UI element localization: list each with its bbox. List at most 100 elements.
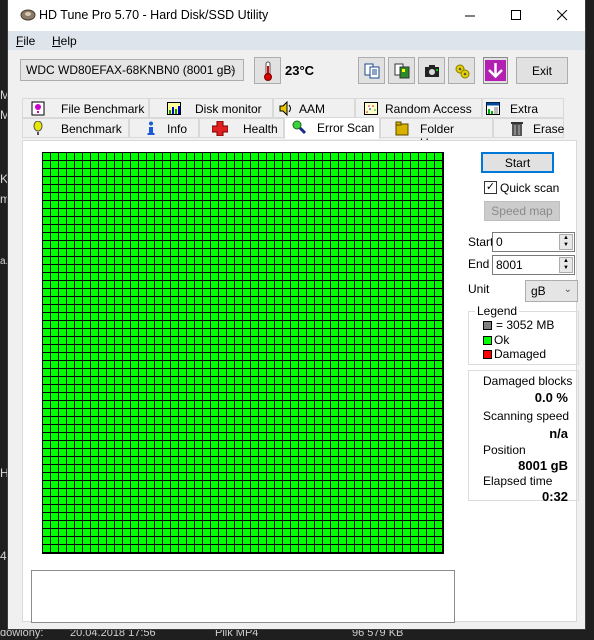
tab-error-scan[interactable]: Error Scan <box>284 117 380 139</box>
block-cell <box>347 297 354 304</box>
tab-disk-monitor[interactable]: Disk monitor <box>149 98 273 118</box>
block-cell <box>403 217 410 224</box>
speed-map-button[interactable]: Speed map <box>484 201 560 221</box>
block-cell <box>243 505 250 512</box>
block-cell <box>243 529 250 536</box>
maximize-button[interactable] <box>493 0 539 31</box>
options-button[interactable] <box>448 57 475 84</box>
block-cell <box>299 401 306 408</box>
block-cell <box>43 409 50 416</box>
save-screenshot-button[interactable] <box>418 57 445 84</box>
menu-file[interactable]: File <box>16 34 35 48</box>
block-cell <box>259 169 266 176</box>
block-cell <box>67 177 74 184</box>
scanning-speed-value: n/a <box>549 426 568 441</box>
block-cell <box>267 289 274 296</box>
start-spinner[interactable]: ▲ ▼ <box>559 234 573 250</box>
tab-aam[interactable]: AAM <box>273 98 355 118</box>
unit-select[interactable]: gB ⌄ <box>525 280 578 302</box>
block-cell <box>131 193 138 200</box>
block-cell <box>299 473 306 480</box>
end-spinner[interactable]: ▲ ▼ <box>559 257 573 273</box>
block-cell <box>179 465 186 472</box>
block-cell <box>323 545 330 552</box>
block-cell <box>291 257 298 264</box>
block-cell <box>67 401 74 408</box>
block-cell <box>43 425 50 432</box>
block-cell <box>211 401 218 408</box>
block-cell <box>179 257 186 264</box>
copy-screenshot-button[interactable] <box>388 57 415 84</box>
block-cell <box>403 545 410 552</box>
block-cell <box>363 161 370 168</box>
tab-benchmark[interactable]: Benchmark <box>22 118 129 138</box>
block-cell <box>251 401 258 408</box>
block-cell <box>403 433 410 440</box>
block-cell <box>355 161 362 168</box>
start-scan-button[interactable]: Start <box>481 152 554 173</box>
block-cell <box>379 409 386 416</box>
tab-health[interactable]: Health <box>199 118 284 138</box>
block-cell <box>299 529 306 536</box>
tab-folder-usage[interactable]: Folder Usage <box>380 118 493 150</box>
block-cell <box>267 481 274 488</box>
block-cell <box>403 353 410 360</box>
quick-scan-checkbox[interactable]: ✓ <box>484 181 497 194</box>
block-cell <box>147 289 154 296</box>
block-cell <box>139 249 146 256</box>
block-cell <box>139 489 146 496</box>
block-cell <box>75 377 82 384</box>
block-cell <box>59 233 66 240</box>
block-cell <box>419 297 426 304</box>
start-position-input[interactable]: 0 ▲ ▼ <box>492 232 575 252</box>
download-button[interactable] <box>483 57 508 84</box>
block-cell <box>315 513 322 520</box>
tab-erase[interactable]: Erase <box>493 118 564 138</box>
block-cell <box>363 289 370 296</box>
block-cell <box>51 457 58 464</box>
block-cell <box>83 273 90 280</box>
close-button[interactable] <box>539 0 585 31</box>
block-cell <box>91 457 98 464</box>
block-cell <box>59 385 66 392</box>
tab-info[interactable]: Info <box>129 118 199 138</box>
drive-select[interactable]: WDC WD80EFAX-68KNBN0 (8001 gB) ⌄ <box>20 59 244 81</box>
block-cell <box>331 449 338 456</box>
background-text: Plik MP4 <box>215 630 259 639</box>
block-cell <box>179 489 186 496</box>
block-cell <box>403 393 410 400</box>
block-cell <box>67 313 74 320</box>
exit-button[interactable]: Exit <box>516 57 568 84</box>
block-cell <box>107 249 114 256</box>
block-cell <box>163 353 170 360</box>
block-cell <box>51 265 58 272</box>
block-cell <box>131 329 138 336</box>
block-cell <box>363 473 370 480</box>
block-cell <box>243 457 250 464</box>
temperature-button[interactable] <box>254 57 281 84</box>
block-cell <box>403 305 410 312</box>
block-cell <box>179 393 186 400</box>
block-cell <box>99 225 106 232</box>
end-position-input[interactable]: 8001 ▲ ▼ <box>492 255 575 275</box>
block-cell <box>427 433 434 440</box>
tab-random-access[interactable]: Random Access <box>355 98 482 118</box>
minimize-button[interactable] <box>447 0 493 31</box>
block-cell <box>371 265 378 272</box>
tab-extra-tests[interactable]: Extra tests <box>482 98 564 130</box>
block-cell <box>83 409 90 416</box>
block-cell <box>227 265 234 272</box>
copy-text-button[interactable] <box>358 57 385 84</box>
block-cell <box>51 425 58 432</box>
block-cell <box>211 257 218 264</box>
spinner-arrows-icon: ▲ ▼ <box>563 235 569 248</box>
block-cell <box>363 169 370 176</box>
block-cell <box>139 209 146 216</box>
block-cell <box>171 337 178 344</box>
block-cell <box>339 201 346 208</box>
menu-help[interactable]: Help <box>52 34 77 48</box>
title-bar[interactable]: HD Tune Pro 5.70 - Hard Disk/SSD Utility <box>8 0 585 31</box>
tab-file-benchmark[interactable]: File Benchmark <box>22 98 149 118</box>
block-cell <box>395 425 402 432</box>
block-cell <box>227 473 234 480</box>
